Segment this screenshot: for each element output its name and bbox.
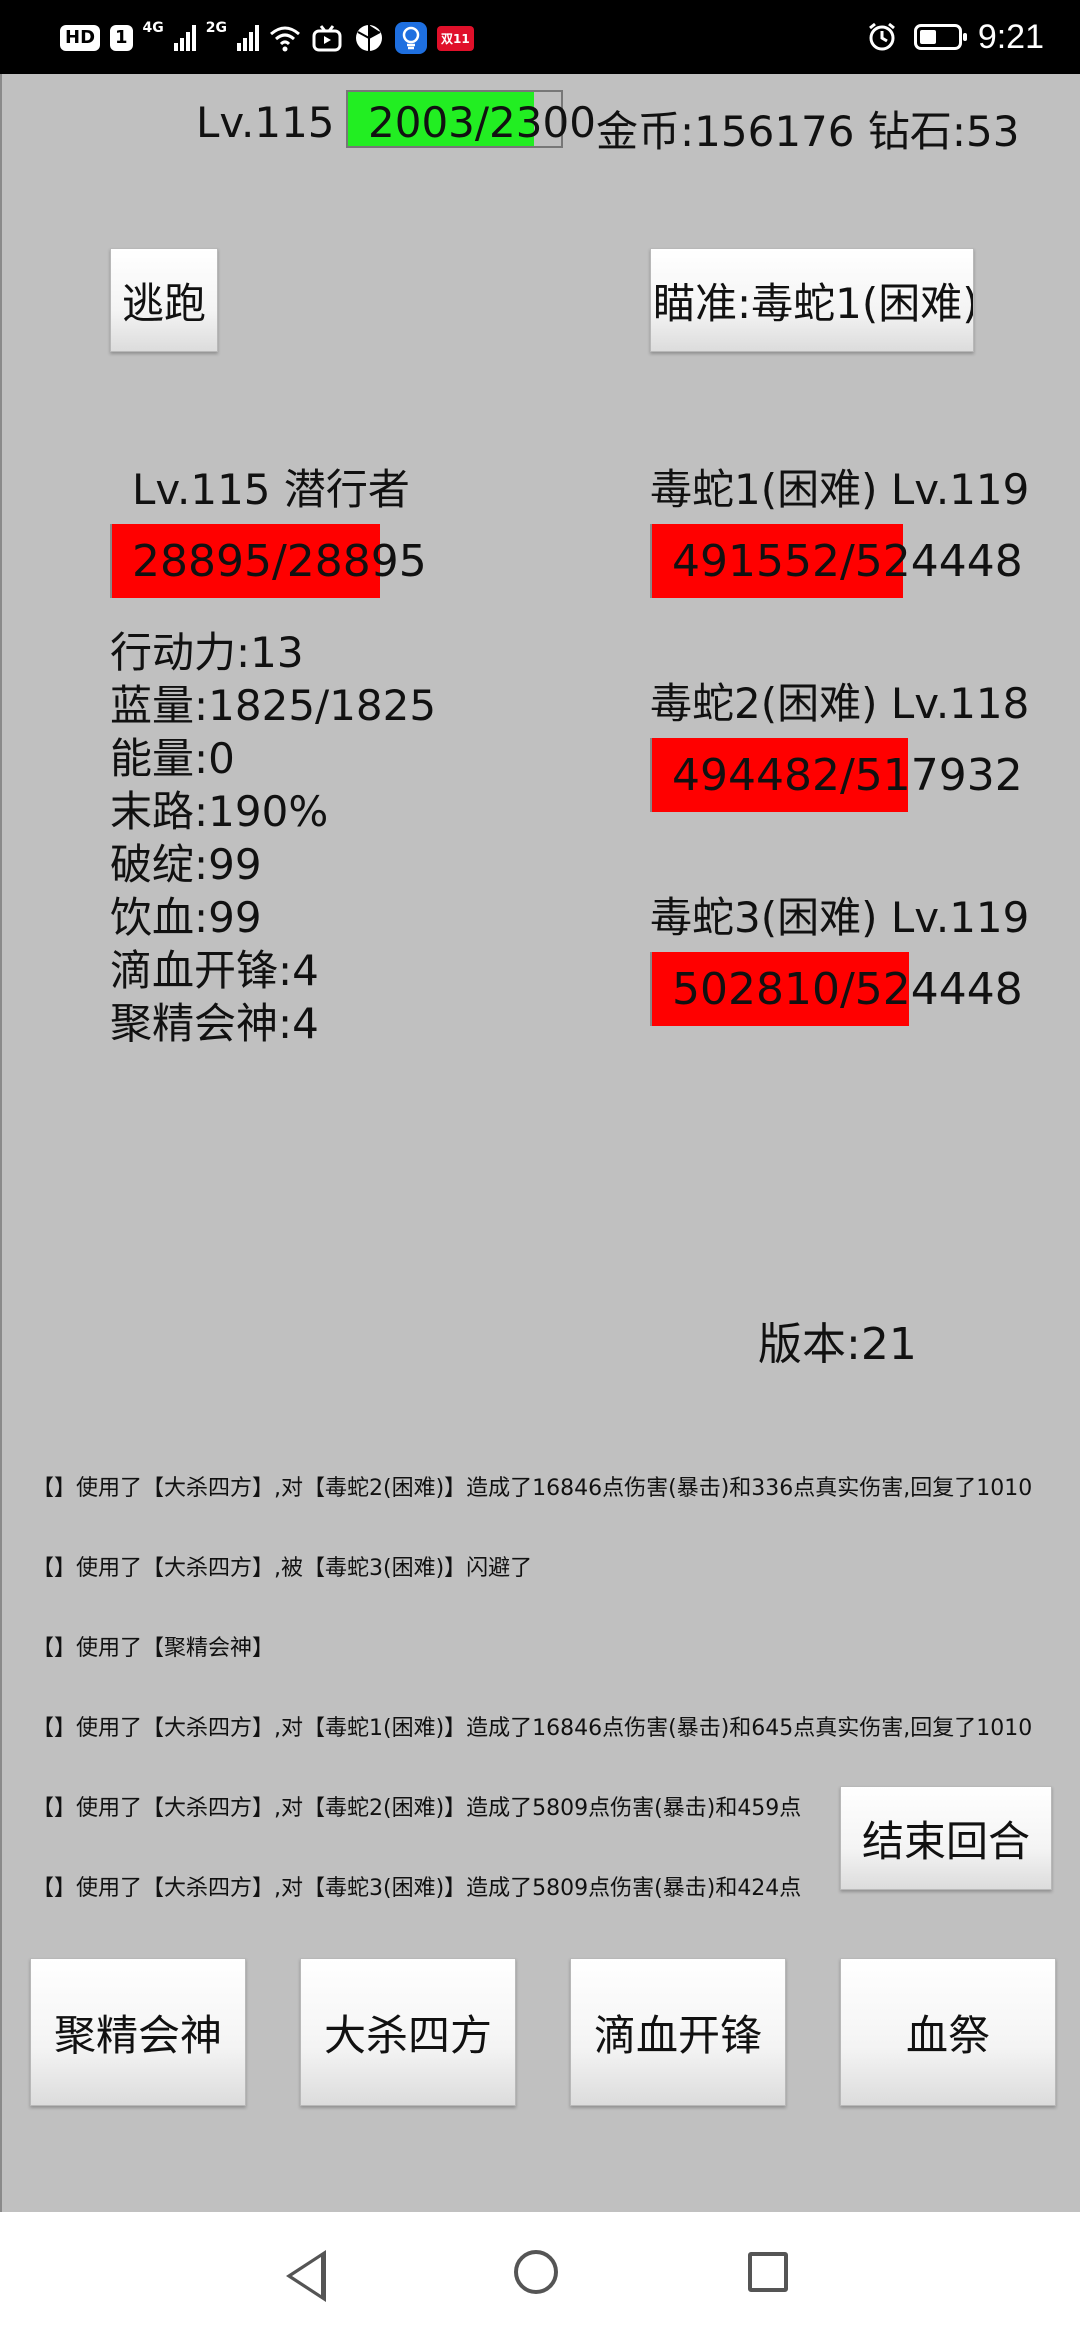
recent-apps-icon[interactable] — [748, 2252, 788, 2292]
enemy-3-hp-text: 502810/524448 — [672, 964, 1023, 1015]
stat-blood-edge: 滴血开锋:4 — [110, 946, 319, 995]
stat-weakness: 破绽:99 — [110, 840, 262, 889]
enemy-2-name: 毒蛇2(困难) Lv.118 — [650, 679, 1030, 728]
alarm-icon — [866, 21, 898, 53]
target-select-button[interactable]: 瞄准:毒蛇1(困难) — [650, 248, 974, 352]
status-bar: HD 1 4G 2G 双11 9:21 — [0, 0, 1080, 74]
enemy-1-hp-bar[interactable]: 491552/524448 — [650, 524, 1023, 598]
back-icon[interactable] — [286, 2250, 326, 2302]
signal-icon-2 — [237, 25, 260, 51]
player-title: Lv.115 潜行者 — [132, 465, 410, 514]
log-entry: 【】使用了【大杀四方】,被【毒蛇3(困难)】闪避了 — [32, 1556, 533, 1581]
battery-icon — [913, 24, 967, 50]
enemy-1-name: 毒蛇1(困难) Lv.119 — [650, 465, 1030, 514]
log-entry: 【】使用了【大杀四方】,对【毒蛇2(困难)】造成了16846点伤害(暴击)和33… — [32, 1476, 1033, 1501]
sim-badge: 1 — [110, 25, 133, 51]
enemy-3-name: 毒蛇3(困难) Lv.119 — [650, 893, 1030, 942]
enemy-1-hp-text: 491552/524448 — [672, 536, 1023, 587]
stat-drink-blood: 饮血:99 — [110, 893, 262, 942]
xp-text: 2003/2300 — [368, 98, 596, 147]
home-icon[interactable] — [514, 2250, 558, 2294]
signal-icon — [173, 25, 196, 51]
stat-action-points: 行动力:13 — [110, 628, 304, 677]
enemy-3-hp-frame — [650, 952, 652, 1026]
skill-button-blood-sacrifice[interactable]: 血祭 — [840, 1958, 1056, 2106]
log-entry: 【】使用了【大杀四方】,对【毒蛇1(困难)】造成了16846点伤害(暴击)和64… — [32, 1716, 1033, 1741]
enemy-3-hp-bar[interactable]: 502810/524448 — [650, 952, 1023, 1026]
stat-focus: 聚精会神:4 — [110, 999, 319, 1048]
log-entry: 【】使用了【大杀四方】,对【毒蛇2(困难)】造成了5809点伤害(暴击)和459… — [32, 1796, 802, 1821]
player-level: Lv.115 — [196, 98, 335, 147]
system-nav-bar — [0, 2212, 1080, 2340]
enemy-1-hp-frame — [650, 524, 652, 598]
player-hp-text: 28895/28895 — [132, 536, 427, 587]
tv-app-icon — [311, 22, 343, 54]
skill-button-rampage[interactable]: 大杀四方 — [300, 1958, 516, 2106]
hd-badge: HD — [60, 25, 101, 51]
promo-badge-icon: 双11 — [437, 25, 474, 51]
currency-display: 金币:156176 钻石:53 — [596, 107, 1020, 156]
network-type-2: 2G — [205, 20, 228, 36]
xp-bar: 2003/2300 — [346, 90, 596, 148]
shutter-app-icon — [353, 22, 385, 54]
status-left-icons: HD 1 4G 2G 双11 — [60, 18, 474, 58]
enemy-2-hp-bar[interactable]: 494482/517932 — [650, 738, 1023, 812]
skill-button-focus[interactable]: 聚精会神 — [30, 1958, 246, 2106]
enemy-2-hp-frame — [650, 738, 652, 812]
version-label: 版本:21 — [758, 1319, 917, 1370]
player-hp-bar: 28895/28895 — [110, 524, 427, 598]
stat-energy: 能量:0 — [110, 734, 235, 783]
wifi-icon — [269, 22, 301, 54]
log-entry: 【】使用了【大杀四方】,对【毒蛇3(困难)】造成了5809点伤害(暴击)和424… — [32, 1876, 802, 1901]
clock: 9:21 — [977, 17, 1044, 56]
stat-mana: 蓝量:1825/1825 — [110, 681, 437, 730]
end-turn-button[interactable]: 结束回合 — [840, 1786, 1052, 1890]
skill-button-blood-edge[interactable]: 滴血开锋 — [570, 1958, 786, 2106]
stat-desperation: 末路:190% — [110, 787, 329, 836]
status-right-icons: 9:21 — [866, 14, 1044, 60]
log-entry: 【】使用了【聚精会神】 — [32, 1636, 275, 1661]
network-type-1: 4G — [142, 20, 164, 36]
player-hp-frame — [110, 524, 112, 598]
game-screen: Lv.115 2003/2300 金币:156176 钻石:53 逃跑 瞄准:毒… — [0, 74, 1080, 2212]
flee-button[interactable]: 逃跑 — [110, 248, 218, 352]
lightbulb-app-icon — [395, 22, 428, 54]
enemy-2-hp-text: 494482/517932 — [672, 750, 1023, 801]
